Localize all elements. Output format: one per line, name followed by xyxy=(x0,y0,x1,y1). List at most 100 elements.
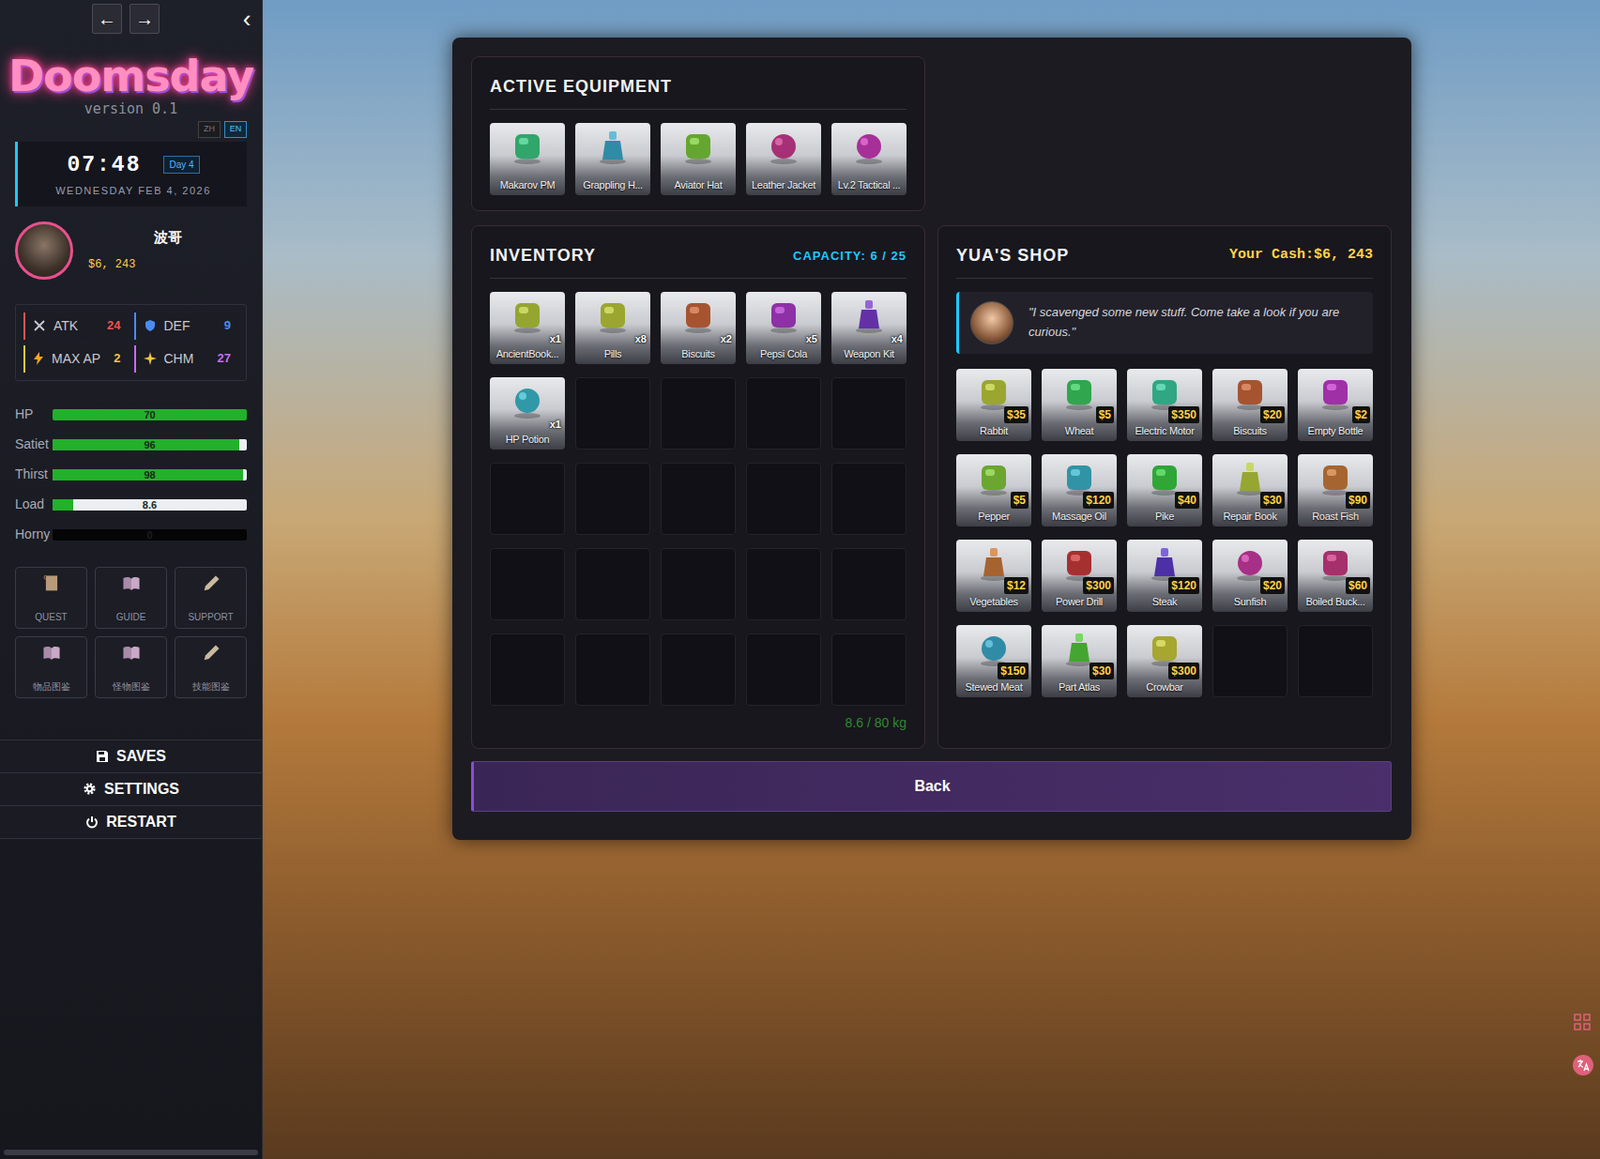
menu-button[interactable]: 怪物图鉴 xyxy=(94,636,168,699)
item-tile[interactable]: $30Repair Book xyxy=(1212,454,1288,527)
item-image xyxy=(1041,624,1117,668)
item-tile[interactable]: Lv.2 Tactical ... xyxy=(831,122,907,196)
item-tile[interactable]: $300Power Drill xyxy=(1041,539,1117,612)
empty-slot[interactable] xyxy=(746,548,822,621)
back-button[interactable]: Back xyxy=(471,761,1392,812)
item-name: Wheat xyxy=(1041,423,1117,440)
item-name: Grappling H... xyxy=(575,177,651,194)
item-tile[interactable]: $300Crowbar xyxy=(1127,624,1203,698)
item-icon xyxy=(973,458,1015,497)
translate-icon[interactable] xyxy=(1571,1052,1595,1076)
empty-slot[interactable] xyxy=(660,548,736,621)
empty-slot[interactable] xyxy=(489,548,565,621)
item-icon xyxy=(973,629,1015,668)
empty-slot[interactable] xyxy=(489,462,565,535)
empty-slot[interactable] xyxy=(831,462,907,535)
item-tile[interactable]: $90Roast Fish xyxy=(1297,454,1373,527)
item-tile[interactable]: $120Massage Oil xyxy=(1041,454,1117,527)
empty-slot[interactable] xyxy=(575,462,651,535)
item-tile[interactable]: x1HP Potion xyxy=(489,377,565,450)
item-price: $30 xyxy=(1089,662,1114,680)
item-tile[interactable]: x1AncientBook... xyxy=(489,291,565,365)
player-name: 波哥 xyxy=(88,227,247,249)
menu-button[interactable]: QUEST xyxy=(15,566,88,629)
item-tile[interactable]: x5Pepsi Cola xyxy=(746,291,822,365)
item-tile[interactable]: $20Sunfish xyxy=(1212,539,1288,612)
item-name: Stewed Meat xyxy=(956,679,1032,696)
player-card: 波哥$6, 243 xyxy=(0,206,262,280)
item-price: $35 xyxy=(1004,406,1029,424)
stat-icon xyxy=(32,319,46,333)
item-image xyxy=(489,122,565,166)
collapse-button[interactable]: ‹ xyxy=(233,3,260,34)
item-tile[interactable]: $5Pepper xyxy=(956,454,1032,527)
item-name: Weapon Kit xyxy=(831,346,907,363)
empty-slot[interactable] xyxy=(575,633,651,706)
sidebar-scrollbar[interactable] xyxy=(3,1149,259,1156)
menu-icon xyxy=(41,573,62,595)
empty-slot[interactable] xyxy=(575,548,651,621)
item-tile[interactable]: Leather Jacket xyxy=(746,122,822,196)
empty-slot[interactable] xyxy=(575,377,651,450)
item-name: Aviator Hat xyxy=(660,177,736,194)
language-button[interactable]: EN xyxy=(224,121,247,138)
empty-slot[interactable] xyxy=(746,633,822,706)
menu-button[interactable]: SUPPORT xyxy=(174,566,247,629)
item-icon xyxy=(1229,373,1271,412)
empty-slot[interactable] xyxy=(831,377,907,450)
item-tile[interactable]: $30Part Atlas xyxy=(1041,624,1117,698)
item-tile[interactable]: $60Boiled Buck... xyxy=(1297,539,1373,612)
item-tile[interactable]: $120Steak xyxy=(1127,539,1203,612)
item-tile[interactable]: $35Rabbit xyxy=(956,368,1032,442)
item-tile[interactable]: $12Vegetables xyxy=(956,539,1032,612)
stat-icon xyxy=(32,351,45,366)
empty-slot[interactable] xyxy=(831,548,907,621)
system-button[interactable]: SAVES xyxy=(0,740,262,774)
inventory-title: INVENTORY xyxy=(489,243,596,269)
stat-cell: DEF9 xyxy=(134,312,240,340)
menu-label: 物品图鉴 xyxy=(32,679,71,694)
item-tile[interactable]: Makarov PM xyxy=(489,122,565,196)
menu-button[interactable]: GUIDE xyxy=(94,566,168,629)
system-label: SAVES xyxy=(116,745,167,768)
system-button[interactable]: SETTINGS xyxy=(0,773,262,807)
item-tile[interactable]: $20Biscuits xyxy=(1212,368,1288,442)
back-button[interactable]: ← xyxy=(91,3,122,34)
stats-panel: ATK24DEF9MAX AP2CHM27 xyxy=(15,304,247,381)
item-tile[interactable]: $5Wheat xyxy=(1041,368,1117,442)
item-tile[interactable]: $350Electric Motor xyxy=(1127,368,1203,442)
language-toggle: ZHEN xyxy=(0,121,262,138)
sidebar-spacer xyxy=(0,838,262,1150)
empty-slot[interactable] xyxy=(831,633,907,706)
item-image xyxy=(1127,368,1203,412)
empty-slot[interactable] xyxy=(746,462,822,535)
menu-button[interactable]: 技能图鉴 xyxy=(174,636,247,699)
item-tile[interactable]: $40Pike xyxy=(1127,454,1203,527)
item-name: Crowbar xyxy=(1127,679,1203,696)
player-avatar[interactable] xyxy=(15,221,74,280)
item-tile[interactable]: x2Biscuits xyxy=(660,291,736,365)
item-image xyxy=(746,291,822,335)
item-tile[interactable]: $2Empty Bottle xyxy=(1297,368,1373,442)
grid-icon[interactable] xyxy=(1571,1009,1595,1033)
item-tile[interactable]: Grappling H... xyxy=(575,122,651,196)
menu-button[interactable]: 物品图鉴 xyxy=(15,636,88,699)
system-button[interactable]: RESTART xyxy=(0,806,262,839)
forward-button[interactable]: → xyxy=(129,3,160,34)
shop-cash: Your Cash:$6, 243 xyxy=(1229,244,1373,267)
item-tile[interactable]: x8Pills xyxy=(575,291,651,365)
language-button[interactable]: ZH xyxy=(198,121,221,138)
empty-slot[interactable] xyxy=(660,377,736,450)
item-image xyxy=(660,291,736,335)
empty-slot[interactable] xyxy=(660,633,736,706)
empty-slot[interactable] xyxy=(746,377,822,450)
empty-slot[interactable] xyxy=(660,462,736,535)
item-tile[interactable]: Aviator Hat xyxy=(660,122,736,196)
inventory-box: INVENTORYCAPACITY: 6 / 25x1AncientBook..… xyxy=(471,225,926,749)
item-tile[interactable]: $150Stewed Meat xyxy=(956,624,1032,698)
item-image xyxy=(746,122,822,166)
item-tile[interactable]: x4Weapon Kit xyxy=(831,291,907,365)
item-count: x4 xyxy=(891,331,903,348)
meter-label: Satiet xyxy=(15,434,53,455)
empty-slot[interactable] xyxy=(489,633,565,706)
